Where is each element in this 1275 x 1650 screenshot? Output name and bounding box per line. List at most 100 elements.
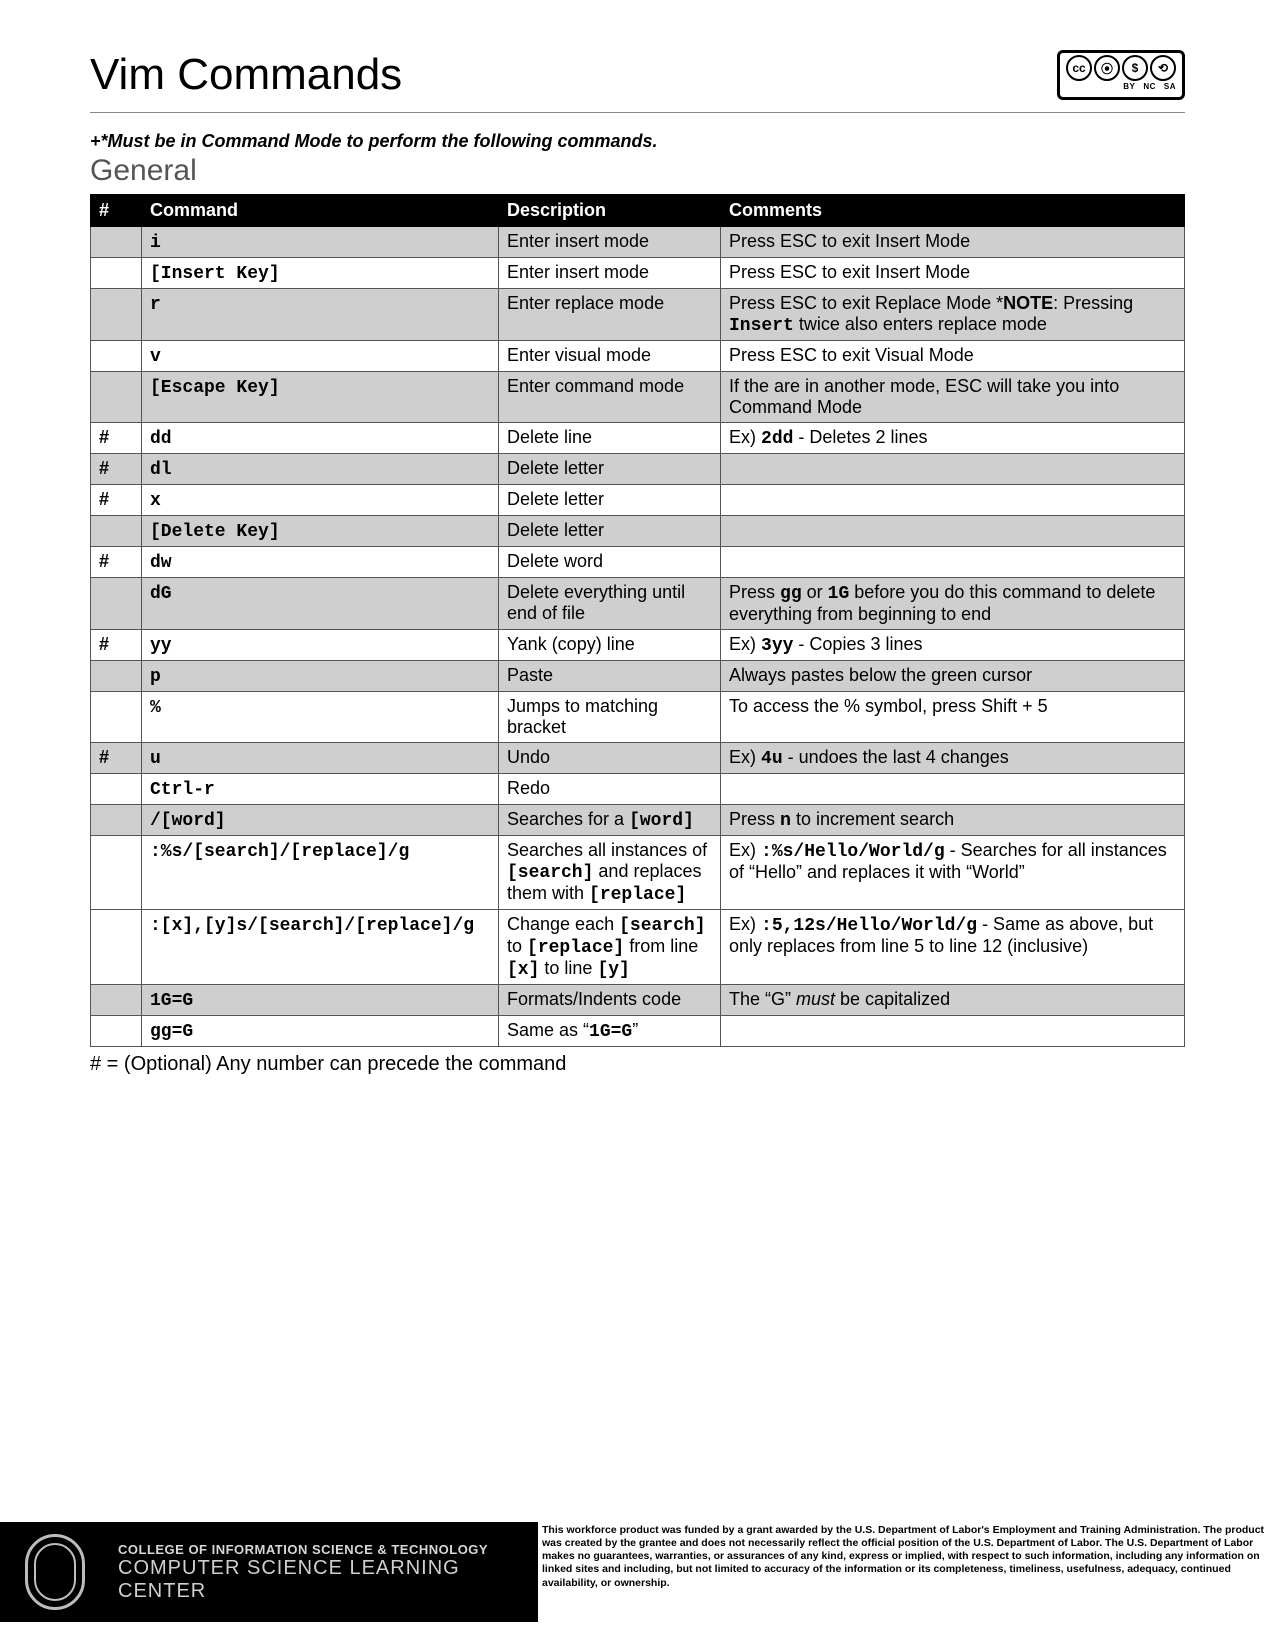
table-row: %Jumps to matching bracketTo access the …: [91, 692, 1185, 743]
cell-num: [91, 805, 142, 836]
cell-comments: [721, 547, 1185, 578]
cell-num: [91, 516, 142, 547]
cc-label: NC: [1143, 82, 1156, 91]
cell-comments: The “G” must be capitalized: [721, 985, 1185, 1016]
cell-description: Jumps to matching bracket: [499, 692, 721, 743]
cell-comments: Press ESC to exit Replace Mode *NOTE: Pr…: [721, 289, 1185, 341]
table-row: pPasteAlways pastes below the green curs…: [91, 661, 1185, 692]
cell-description: Searches all instances of [search] and r…: [499, 836, 721, 910]
cell-command: p: [142, 661, 499, 692]
cell-comments: Press n to increment search: [721, 805, 1185, 836]
cell-comments: Ex) 2dd - Deletes 2 lines: [721, 423, 1185, 454]
cell-num: [91, 836, 142, 910]
cell-comments: [721, 454, 1185, 485]
col-header-num: #: [91, 195, 142, 227]
cell-description: Same as “1G=G”: [499, 1016, 721, 1047]
cell-comments: Press ESC to exit Insert Mode: [721, 258, 1185, 289]
table-row: #yyYank (copy) lineEx) 3yy - Copies 3 li…: [91, 630, 1185, 661]
cell-num: [91, 258, 142, 289]
table-row: #dwDelete word: [91, 547, 1185, 578]
cell-num: [91, 289, 142, 341]
cell-command: dd: [142, 423, 499, 454]
table-row: :%s/[search]/[replace]/gSearches all ins…: [91, 836, 1185, 910]
cell-num: [91, 774, 142, 805]
footer-logo-icon: [0, 1522, 110, 1622]
table-row: rEnter replace modePress ESC to exit Rep…: [91, 289, 1185, 341]
cell-description: Enter insert mode: [499, 258, 721, 289]
col-header-comments: Comments: [721, 195, 1185, 227]
cell-num: #: [91, 454, 142, 485]
table-row: 1G=GFormats/Indents codeThe “G” must be …: [91, 985, 1185, 1016]
table-row: :[x],[y]s/[search]/[replace]/gChange eac…: [91, 910, 1185, 985]
cell-command: /[word]: [142, 805, 499, 836]
cell-description: Delete word: [499, 547, 721, 578]
cell-command: yy: [142, 630, 499, 661]
page-footer: COLLEGE OF INFORMATION SCIENCE & TECHNOL…: [0, 1522, 1275, 1622]
cell-description: Enter visual mode: [499, 341, 721, 372]
cell-description: Yank (copy) line: [499, 630, 721, 661]
table-row: #uUndoEx) 4u - undoes the last 4 changes: [91, 743, 1185, 774]
cell-description: Redo: [499, 774, 721, 805]
cell-command: r: [142, 289, 499, 341]
cell-num: [91, 578, 142, 630]
cell-description: Searches for a [word]: [499, 805, 721, 836]
cell-description: Paste: [499, 661, 721, 692]
cell-comments: Press gg or 1G before you do this comman…: [721, 578, 1185, 630]
commands-table: # Command Description Comments iEnter in…: [90, 194, 1185, 1047]
cell-comments: [721, 485, 1185, 516]
cell-comments: [721, 516, 1185, 547]
cell-command: 1G=G: [142, 985, 499, 1016]
table-row: /[word]Searches for a [word]Press n to i…: [91, 805, 1185, 836]
cell-command: [Escape Key]: [142, 372, 499, 423]
legend-note: # = (Optional) Any number can precede th…: [90, 1053, 1185, 1076]
footer-disclaimer: This workforce product was funded by a g…: [538, 1522, 1275, 1622]
page-title: Vim Commands: [90, 50, 402, 100]
cell-num: [91, 1016, 142, 1047]
table-row: #dlDelete letter: [91, 454, 1185, 485]
cell-comments: Press ESC to exit Visual Mode: [721, 341, 1185, 372]
cell-command: v: [142, 341, 499, 372]
cell-description: Delete line: [499, 423, 721, 454]
cell-command: %: [142, 692, 499, 743]
cell-command: :%s/[search]/[replace]/g: [142, 836, 499, 910]
cell-command: :[x],[y]s/[search]/[replace]/g: [142, 910, 499, 985]
cell-command: [Delete Key]: [142, 516, 499, 547]
cell-description: Change each [search] to [replace] from l…: [499, 910, 721, 985]
cell-num: [91, 692, 142, 743]
cell-num: #: [91, 743, 142, 774]
cell-description: Delete letter: [499, 485, 721, 516]
cell-description: Enter command mode: [499, 372, 721, 423]
cc-license-badge: cc ⦿ $ ⟲ BY NC SA: [1057, 50, 1185, 100]
col-header-description: Description: [499, 195, 721, 227]
table-row: [Delete Key]Delete letter: [91, 516, 1185, 547]
cell-command: dG: [142, 578, 499, 630]
cell-comments: [721, 1016, 1185, 1047]
table-row: Ctrl-rRedo: [91, 774, 1185, 805]
mode-note: +*Must be in Command Mode to perform the…: [90, 131, 1185, 152]
cell-comments: Ex) 4u - undoes the last 4 changes: [721, 743, 1185, 774]
cell-description: Enter insert mode: [499, 227, 721, 258]
cell-num: [91, 341, 142, 372]
cell-command: u: [142, 743, 499, 774]
cell-command: Ctrl-r: [142, 774, 499, 805]
header-divider: [90, 112, 1185, 113]
cell-command: gg=G: [142, 1016, 499, 1047]
cell-comments: Always pastes below the green cursor: [721, 661, 1185, 692]
cell-num: #: [91, 547, 142, 578]
cell-num: [91, 910, 142, 985]
table-row: iEnter insert modePress ESC to exit Inse…: [91, 227, 1185, 258]
table-row: dGDelete everything until end of filePre…: [91, 578, 1185, 630]
table-row: #xDelete letter: [91, 485, 1185, 516]
cell-num: #: [91, 423, 142, 454]
cell-comments: Ex) :%s/Hello/World/g - Searches for all…: [721, 836, 1185, 910]
cc-by-icon: ⦿: [1094, 55, 1120, 81]
cc-icon: cc: [1066, 55, 1092, 81]
col-header-command: Command: [142, 195, 499, 227]
table-row: gg=GSame as “1G=G”: [91, 1016, 1185, 1047]
cell-command: i: [142, 227, 499, 258]
cell-comments: Press ESC to exit Insert Mode: [721, 227, 1185, 258]
cell-command: [Insert Key]: [142, 258, 499, 289]
cell-description: Delete letter: [499, 454, 721, 485]
section-title: General: [90, 154, 1185, 188]
cell-comments: [721, 774, 1185, 805]
